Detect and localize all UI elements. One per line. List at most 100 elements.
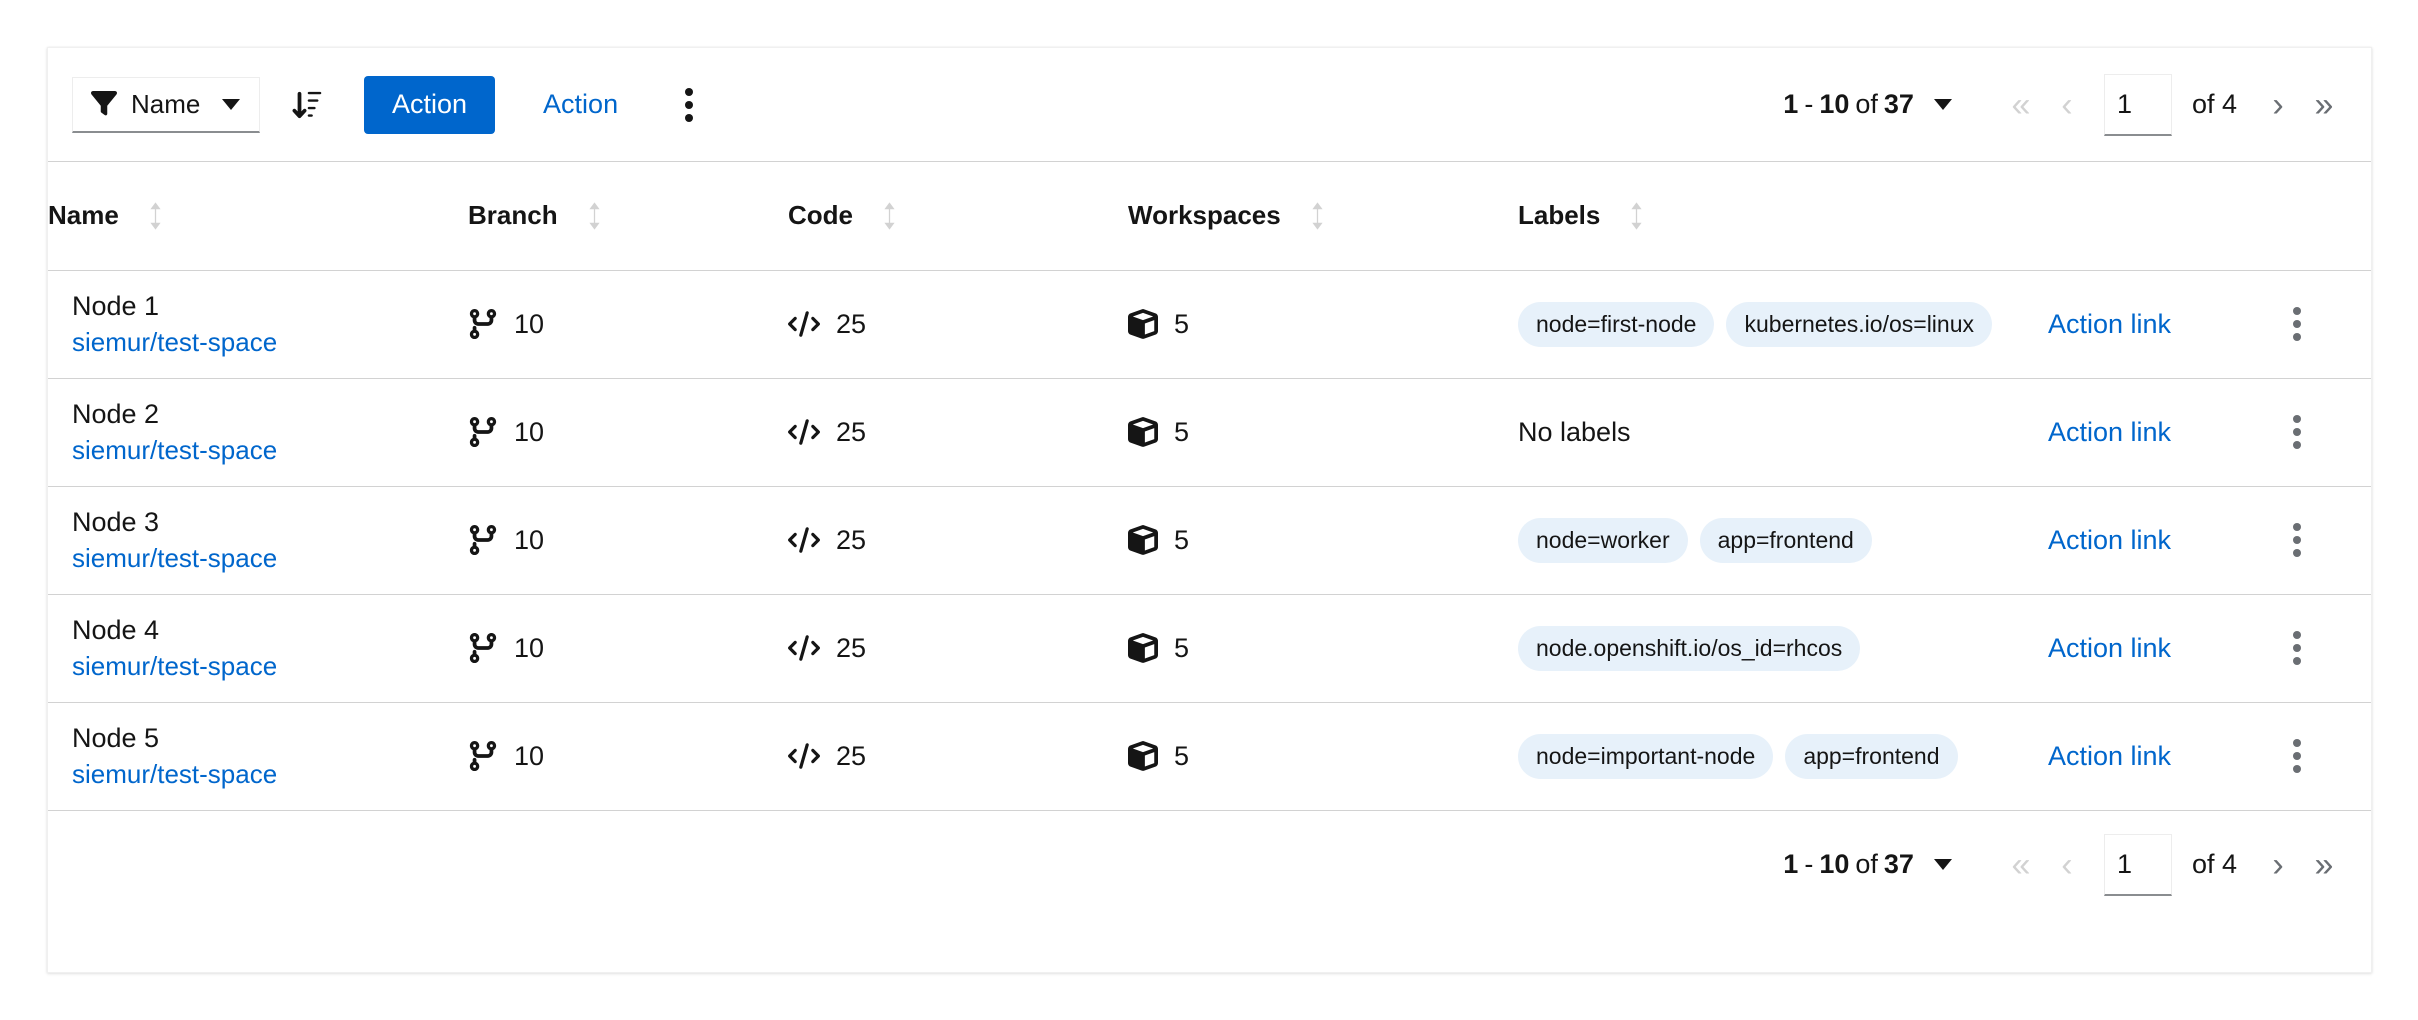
cube-icon [1128, 741, 1158, 772]
pagination-range-dash: - [1804, 849, 1814, 879]
code-count: 25 [836, 632, 867, 663]
table-header: Name Branch Code Workspaces Labels [48, 162, 2371, 270]
repo-link[interactable]: siemur/test-space [72, 543, 468, 573]
label-chip[interactable]: kubernetes.io/os=linux [1726, 301, 1992, 347]
action-link[interactable]: Action link [2048, 309, 2171, 339]
column-header-name-label: Name [48, 200, 119, 231]
pagination-total: 37 [1883, 849, 1914, 879]
toolbar-kebab-button[interactable] [660, 76, 718, 134]
code-icon [788, 310, 820, 338]
pagination-range-end: 10 [1819, 89, 1850, 119]
code-count: 25 [836, 740, 867, 771]
workspaces-count: 5 [1174, 308, 1190, 339]
column-header-workspaces[interactable]: Workspaces [1128, 162, 1518, 270]
column-header-action [2048, 162, 2268, 270]
angle-right-icon[interactable]: › [2255, 77, 2301, 133]
pagination-options-menu-top[interactable]: 1 - 10 of 37 [1783, 89, 1952, 120]
pagination-page-total: of 4 [2191, 89, 2237, 119]
sort-indicator-icon [881, 199, 898, 233]
column-header-code[interactable]: Code [788, 162, 1128, 270]
cube-icon [1128, 633, 1158, 663]
cell-action: Action link [2048, 269, 2268, 378]
angle-right-icon[interactable]: › [2255, 837, 2301, 893]
node-name: Node 4 [72, 614, 160, 645]
node-name: Node 3 [72, 506, 160, 537]
row-kebab-button[interactable] [2268, 619, 2326, 677]
cell-action: Action link [2048, 485, 2268, 594]
chevron-down-icon [1933, 859, 1952, 870]
primary-action-button[interactable]: Action [364, 75, 496, 134]
toolbar-right-group: 1 - 10 of 37 « ‹ of 4 › » [1783, 73, 2347, 136]
label-chip[interactable]: app=frontend [1785, 733, 1958, 779]
table-body: Node 1 siemur/test-space 10 25 5 node=first-n… [48, 269, 2371, 810]
table-row: Node 5 siemur/test-space 10 25 5 node=importa… [48, 701, 2371, 810]
data-table-card: Name Action Action 1 - 10 of 37 « ‹ 1 of… [47, 47, 2372, 973]
cell-labels: node=worker app=frontend [1518, 485, 2048, 594]
column-header-code-label: Code [788, 200, 853, 231]
repo-link[interactable]: siemur/test-space [72, 760, 468, 789]
repo-link[interactable]: siemur/test-space [72, 651, 468, 681]
sort-amount-down-icon[interactable] [278, 76, 336, 134]
cell-code: 25 [788, 593, 1128, 702]
branch-count: 10 [514, 308, 545, 339]
label-chip[interactable]: node=important-node [1518, 733, 1774, 779]
workspaces-count: 5 [1174, 632, 1190, 663]
labels-chip-group: node=important-node app=frontend [1518, 733, 2048, 779]
nodes-table: Name Branch Code Workspaces Labels Node … [48, 162, 2371, 810]
pagination-range-start: 1 [1783, 89, 1799, 119]
pagination-page-total: of 4 [2191, 849, 2237, 879]
column-header-labels[interactable]: Labels [1518, 162, 2048, 270]
cell-name: Node 1 siemur/test-space [48, 269, 468, 378]
branch-count: 10 [514, 740, 545, 771]
angle-double-left-icon[interactable]: « [1998, 77, 2044, 133]
action-link[interactable]: Action link [2048, 417, 2171, 447]
cell-kebab [2268, 701, 2371, 810]
branch-count: 10 [514, 416, 545, 447]
code-icon [788, 742, 820, 770]
node-name: Node 1 [72, 290, 160, 321]
angle-double-right-icon[interactable]: » [2301, 837, 2347, 893]
column-header-workspaces-label: Workspaces [1128, 200, 1281, 231]
row-kebab-button[interactable] [2268, 295, 2326, 353]
kebab-vertical-icon [2293, 415, 2301, 449]
sort-indicator-icon [586, 199, 603, 233]
pagination-top: 1 - 10 of 37 « ‹ of 4 › » [1783, 73, 2347, 136]
pagination-range-end: 10 [1819, 849, 1850, 879]
cell-kebab [2268, 377, 2371, 486]
cell-workspaces: 5 [1128, 269, 1518, 378]
row-kebab-button[interactable] [2268, 403, 2326, 461]
label-chip[interactable]: node.openshift.io/os_id=rhcos [1518, 625, 1861, 671]
angle-left-icon[interactable]: ‹ [2044, 77, 2090, 133]
code-icon [788, 634, 820, 662]
code-branch-icon [468, 417, 498, 447]
column-header-branch[interactable]: Branch [468, 162, 788, 270]
label-chip[interactable]: node=first-node [1518, 301, 1715, 347]
kebab-vertical-icon [2293, 523, 2301, 557]
pagination-options-menu-bottom[interactable]: 1 - 10 of 37 [1783, 849, 1952, 880]
sort-indicator-icon [1309, 199, 1326, 233]
angle-double-right-icon[interactable]: » [2301, 77, 2347, 133]
filter-select[interactable]: Name [72, 76, 260, 133]
column-header-name[interactable]: Name [48, 162, 468, 270]
row-kebab-button[interactable] [2268, 727, 2326, 785]
node-name: Node 2 [72, 398, 160, 429]
cell-workspaces: 5 [1128, 485, 1518, 594]
page-number-input[interactable] [2103, 73, 2172, 136]
secondary-action-button[interactable]: Action [517, 76, 644, 134]
angle-left-icon[interactable]: ‹ [2044, 837, 2090, 893]
action-link[interactable]: Action link [2048, 633, 2171, 663]
cell-labels: node=first-node kubernetes.io/os=linux [1518, 269, 2048, 378]
action-link[interactable]: Action link [2048, 525, 2171, 555]
cell-kebab [2268, 485, 2371, 594]
code-count: 25 [836, 416, 867, 447]
label-chip[interactable]: node=worker [1518, 517, 1688, 563]
cell-branch: 10 [468, 269, 788, 378]
cell-action: Action link [2048, 377, 2268, 486]
label-chip[interactable]: app=frontend [1699, 517, 1872, 563]
angle-double-left-icon[interactable]: « [1998, 837, 2044, 893]
page-number-input[interactable] [2103, 833, 2172, 896]
row-kebab-button[interactable] [2268, 511, 2326, 569]
action-link[interactable]: Action link [2048, 741, 2171, 771]
repo-link[interactable]: siemur/test-space [72, 435, 468, 465]
repo-link[interactable]: siemur/test-space [72, 327, 468, 357]
